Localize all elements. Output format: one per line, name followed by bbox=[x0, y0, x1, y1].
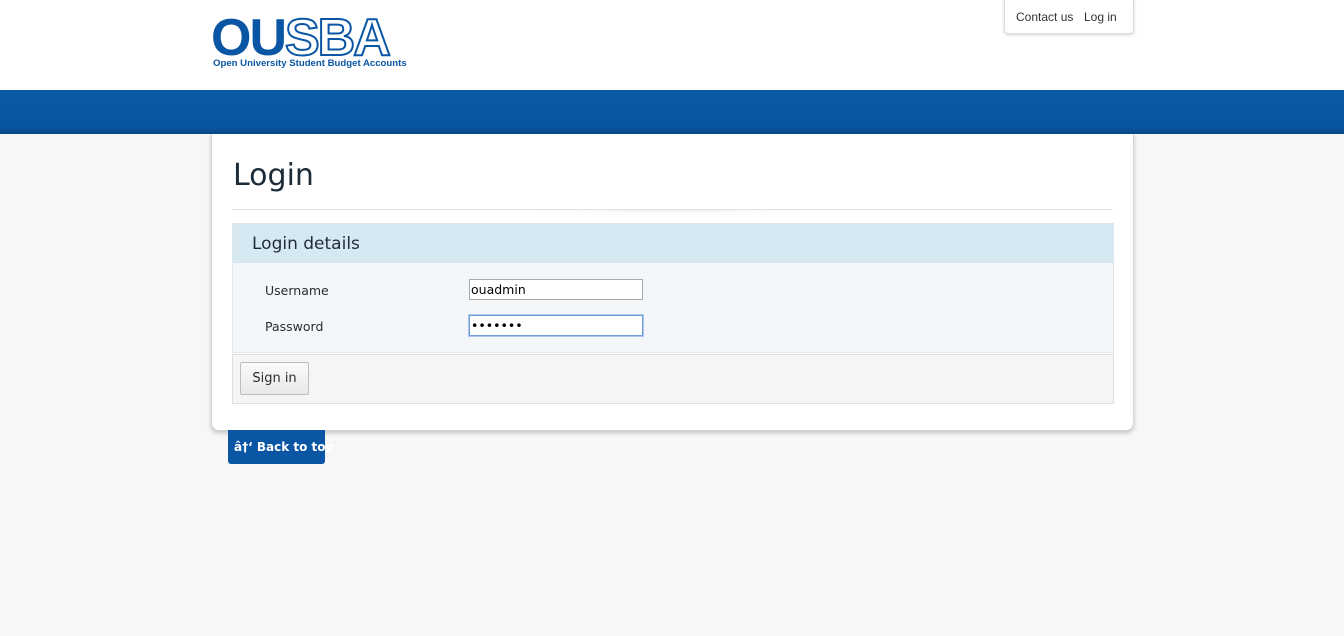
title-divider-shadow bbox=[512, 210, 832, 214]
back-to-top-link[interactable]: â†‘ Back to top bbox=[228, 430, 334, 464]
contact-us-link[interactable]: Contact us bbox=[1016, 10, 1073, 24]
logo-wordmark: OUSBA bbox=[211, 11, 392, 65]
navigation-band bbox=[0, 90, 1344, 134]
form-actions: Sign in bbox=[232, 354, 1114, 404]
password-label: Password bbox=[265, 319, 324, 334]
content-panel: Login Login details Username Password Si… bbox=[211, 134, 1134, 431]
log-in-link[interactable]: Log in bbox=[1084, 10, 1117, 24]
password-input[interactable] bbox=[469, 315, 643, 336]
username-label: Username bbox=[265, 283, 329, 298]
page-title: Login bbox=[233, 158, 314, 193]
user-nav: Contact us Log in bbox=[1004, 0, 1134, 34]
ousba-logo[interactable]: OUSBA Open University Student Budget Acc… bbox=[211, 11, 411, 72]
logo-subtitle: Open University Student Budget Accounts bbox=[213, 58, 407, 69]
fieldset-legend-bar: Login details bbox=[233, 224, 1113, 263]
sign-in-button[interactable]: Sign in bbox=[240, 362, 309, 395]
site-header: OUSBA Open University Student Budget Acc… bbox=[0, 0, 1344, 90]
login-details-fieldset: Login details Username Password bbox=[232, 223, 1114, 353]
fieldset-legend: Login details bbox=[252, 234, 360, 254]
username-input[interactable] bbox=[469, 279, 643, 300]
